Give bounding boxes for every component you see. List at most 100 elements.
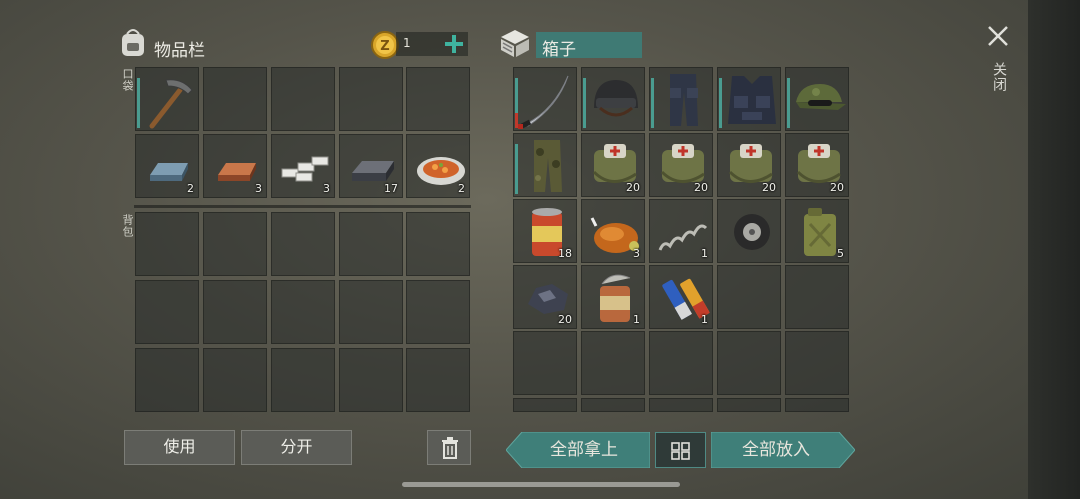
container-camo-cap[interactable] (785, 67, 849, 131)
container-empty-slot[interactable] (785, 265, 849, 329)
container-empty-slot[interactable] (649, 331, 713, 395)
container-empty-slot[interactable] (513, 331, 577, 395)
container-canned-food[interactable]: 18 (513, 199, 577, 263)
backpack-empty-slot[interactable] (135, 348, 199, 412)
pickaxe-icon (149, 79, 193, 129)
container-tire[interactable] (717, 199, 781, 263)
sort-button[interactable] (655, 432, 706, 468)
container-tactical-vest[interactable] (717, 67, 781, 131)
split-button[interactable]: 分开 (241, 430, 352, 465)
backpack-empty-slot[interactable] (406, 212, 470, 276)
backpack-empty-slot[interactable] (406, 348, 470, 412)
item-quantity: 1 (701, 313, 708, 326)
pocket-cooked-dish[interactable]: 2 (406, 134, 470, 198)
box-icon (501, 30, 529, 57)
trash-icon (442, 437, 458, 459)
container-combat-helmet[interactable] (581, 67, 645, 131)
item-quantity: 2 (187, 182, 194, 195)
svg-text:Z: Z (380, 39, 389, 54)
close-icon[interactable] (986, 24, 1010, 48)
home-indicator (402, 482, 680, 487)
item-quantity: 3 (255, 182, 262, 195)
item-quantity: 20 (694, 181, 708, 194)
container-empty-slot[interactable] (649, 398, 713, 412)
item-quantity: 20 (558, 313, 572, 326)
combat-helmet-icon (594, 80, 638, 117)
add-coins-icon[interactable] (444, 34, 464, 54)
coin-count: 1 (403, 36, 411, 50)
backpack-empty-slot[interactable] (203, 348, 267, 412)
container-empty-slot[interactable] (581, 331, 645, 395)
side-panel-shade (1028, 0, 1080, 499)
backpack-empty-slot[interactable] (135, 280, 199, 344)
camo-cap-icon (796, 84, 846, 110)
item-quantity: 1 (701, 247, 708, 260)
container-medkit-bag[interactable]: 20 (581, 133, 645, 197)
item-quantity: 20 (762, 181, 776, 194)
pocket-iron-ingot[interactable]: 2 (135, 134, 199, 198)
container-camo-pants[interactable] (513, 133, 577, 197)
inventory-title: 物品栏 (154, 41, 205, 61)
use-button[interactable]: 使用 (124, 430, 235, 465)
pocket-empty-slot[interactable] (271, 67, 335, 131)
backpack-empty-slot[interactable] (203, 212, 267, 276)
container-medkit-bag[interactable]: 20 (649, 133, 713, 197)
tire-icon (734, 214, 770, 250)
backpack-empty-slot[interactable] (271, 212, 335, 276)
container-empty-slot[interactable] (785, 331, 849, 395)
container-empty-slot[interactable] (717, 331, 781, 395)
close-label[interactable]: 关闭 (989, 62, 1009, 92)
backpack-empty-slot[interactable] (406, 280, 470, 344)
pocket-label: 口袋 (121, 68, 134, 92)
pocket-aluminum-ingots[interactable]: 3 (271, 134, 335, 198)
container-armored-pants[interactable] (649, 67, 713, 131)
item-quantity: 3 (633, 247, 640, 260)
item-quantity: 20 (626, 181, 640, 194)
pocket-empty-slot[interactable] (203, 67, 267, 131)
item-quantity: 18 (558, 247, 572, 260)
katana-icon (518, 75, 569, 129)
container-coal-ore[interactable]: 20 (513, 265, 577, 329)
container-empty-slot[interactable] (785, 398, 849, 412)
camo-pants-icon (534, 140, 562, 192)
item-quantity: 1 (633, 313, 640, 326)
container-roast-chicken[interactable]: 3 (581, 199, 645, 263)
item-quantity: 20 (830, 181, 844, 194)
backpack-empty-slot[interactable] (339, 212, 403, 276)
container-opened-can[interactable]: 1 (581, 265, 645, 329)
pocket-copper-ingot[interactable]: 3 (203, 134, 267, 198)
container-katana[interactable] (513, 67, 577, 131)
container-spring[interactable]: 1 (649, 199, 713, 263)
pocket-empty-slot[interactable] (339, 67, 403, 131)
backpack-empty-slot[interactable] (271, 348, 335, 412)
container-empty-slot[interactable] (513, 398, 577, 412)
sort-grid-icon (671, 442, 690, 460)
backpack-icon (122, 29, 144, 56)
put-all-label[interactable]: 全部放入 (712, 432, 840, 468)
container-medkit-bag[interactable]: 20 (717, 133, 781, 197)
pocket-steel-ingot[interactable]: 17 (339, 134, 403, 198)
item-quantity: 5 (837, 247, 844, 260)
container-empty-slot[interactable] (581, 398, 645, 412)
container-empty-slot[interactable] (717, 265, 781, 329)
trash-button[interactable] (427, 430, 471, 465)
container-jerry-can[interactable]: 5 (785, 199, 849, 263)
item-quantity: 2 (458, 182, 465, 195)
backpack-label: 背包 (121, 214, 134, 238)
tactical-vest-icon (728, 76, 776, 124)
backpack-empty-slot[interactable] (203, 280, 267, 344)
backpack-empty-slot[interactable] (135, 212, 199, 276)
container-empty-slot[interactable] (717, 398, 781, 412)
armored-pants-icon (670, 74, 698, 126)
pocket-empty-slot[interactable] (406, 67, 470, 131)
backpack-empty-slot[interactable] (271, 280, 335, 344)
take-all-label[interactable]: 全部拿上 (520, 432, 648, 468)
container-medkit-bag[interactable]: 20 (785, 133, 849, 197)
pocket-divider (134, 205, 471, 208)
container-batteries[interactable]: 1 (649, 265, 713, 329)
item-quantity: 3 (323, 182, 330, 195)
pocket-pickaxe[interactable] (135, 67, 199, 131)
container-title: 箱子 (542, 40, 576, 60)
backpack-empty-slot[interactable] (339, 348, 403, 412)
backpack-empty-slot[interactable] (339, 280, 403, 344)
